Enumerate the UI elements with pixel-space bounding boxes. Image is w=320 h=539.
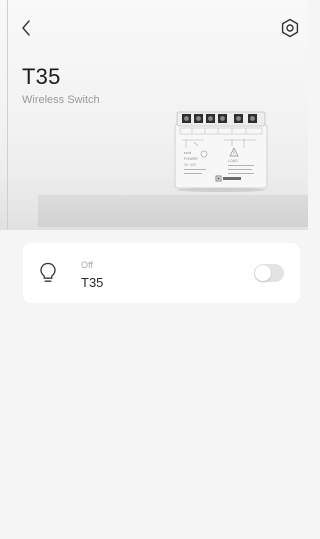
device-brand-small: ezviz [184,151,192,155]
device-header: T35 Wireless Switch ezviz POWER 3V~12V L… [0,0,308,230]
back-button[interactable] [14,14,38,42]
channel-name: T35 [81,275,104,290]
lightbulb-icon [40,262,56,282]
device-load-label: LOAD [228,159,238,163]
scene-platform [38,195,308,227]
device-power-label: POWER [184,157,198,161]
toggle-knob [255,265,271,281]
device-image: ezviz POWER 3V~12V LOAD [174,111,268,192]
device-voltage-label: 3V~12V [184,163,197,167]
content-area: Off T35 [0,230,308,539]
switch-channel-card[interactable]: Off T35 [23,243,300,303]
app-screen: T35 Wireless Switch ezviz POWER 3V~12V L… [0,0,308,539]
channel-state-label: Off [81,260,93,270]
gear-icon [281,18,299,38]
settings-button[interactable] [278,16,302,40]
chevron-left-icon [22,20,30,36]
channel-toggle-switch[interactable] [254,264,284,282]
device-name: T35 [22,64,61,89]
device-type: Wireless Switch [22,94,100,106]
